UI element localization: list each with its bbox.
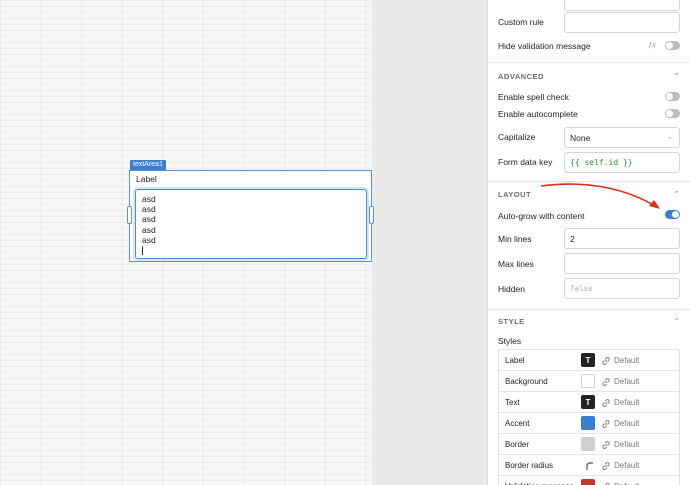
max-lines-label: Max lines [498,259,534,269]
style-name: Text [505,397,520,407]
style-name: Border radius [505,460,554,470]
color-swatch[interactable] [581,437,595,451]
style-name: Border [505,439,530,449]
resize-handle-left[interactable] [127,206,132,224]
link-icon[interactable] [601,377,611,387]
custom-rule-label: Custom rule [498,17,544,27]
hidden-input[interactable]: false [564,278,680,299]
link-icon[interactable] [601,461,611,471]
styles-row: Styles [498,336,680,346]
textarea-line: asd [142,204,156,215]
link-icon[interactable] [601,356,611,366]
style-name: Accent [505,418,530,428]
textarea-input[interactable]: asd asd asd asd asd [135,189,367,259]
autocomplete-label: Enable autocomplete [498,109,578,119]
spell-check-label: Enable spell check [498,92,569,102]
style-row[interactable]: Border Default [499,434,679,455]
widget-tag-label: textArea1 [133,161,163,168]
style-default-value: Default [614,376,640,386]
layout-title: LAYOUT [498,190,532,199]
swatch-glyph: T [585,355,591,365]
spell-check-toggle[interactable] [665,92,680,101]
form-key-label: Form data key [498,157,553,167]
max-lines-input[interactable] [564,253,680,274]
color-swatch[interactable]: T [581,353,595,367]
style-default-value: Default [614,460,640,470]
style-row[interactable]: Border radius Default [499,455,679,476]
link-icon[interactable] [601,419,611,429]
autocomplete-toggle[interactable] [665,109,680,118]
textarea-line: asd [142,194,156,204]
inspector-panel: Custom rule Hide validation message ƒx A… [488,0,690,485]
capitalize-select[interactable]: None ⌄ [564,127,680,148]
style-title: STYLE [498,317,525,326]
advanced-section-header[interactable]: ADVANCED ⌃ [498,72,680,81]
autocomplete-row: Enable autocomplete [498,109,680,119]
color-swatch[interactable] [581,479,595,485]
chevron-up-icon[interactable]: ⌃ [674,317,680,325]
autogrow-toggle[interactable] [665,210,680,219]
swatch-glyph: T [585,397,591,407]
style-row[interactable]: Background Default [499,371,679,392]
hidden-placeholder: false [570,284,593,293]
max-length-input[interactable] [564,0,680,11]
styles-table: Label T Default Background Default Text T Defau… [498,349,680,485]
hidden-label: Hidden [498,284,525,294]
styles-label: Styles [498,336,522,346]
style-name: Validation message [505,482,574,485]
link-icon[interactable] [601,398,611,408]
textarea-line: asd [142,214,156,225]
style-row[interactable]: Label T Default [499,350,679,371]
spell-check-row: Enable spell check [498,92,680,102]
textarea-line: asd [142,224,156,235]
border-radius-icon [586,462,593,470]
min-lines-input[interactable]: 2 [564,228,680,249]
color-swatch[interactable] [581,374,595,388]
hide-validation-toggle[interactable] [665,41,680,50]
capitalize-label: Capitalize [498,132,536,142]
style-name: Background [505,376,548,386]
style-default-value: Default [614,418,640,428]
textarea-widget[interactable]: Label asd asd asd asd asd [129,170,372,262]
layout-section-header[interactable]: LAYOUT ⌃ [498,190,680,199]
widget-label: Label [136,174,157,184]
style-section-header[interactable]: STYLE ⌃ [498,317,680,326]
text-caret [142,246,143,256]
color-swatch[interactable] [581,416,595,430]
capitalize-value: None [570,132,591,143]
autogrow-row: Auto-grow with content [498,211,680,221]
style-row[interactable]: Validation message Default [499,476,679,485]
autogrow-label: Auto-grow with content [498,211,585,221]
chevron-down-icon: ⌄ [667,134,673,141]
min-lines-label: Min lines [498,234,532,244]
advanced-title: ADVANCED [498,72,544,81]
divider [488,62,690,63]
hide-validation-label: Hide validation message [498,41,591,51]
style-name: Label [505,355,525,365]
link-icon[interactable] [601,440,611,450]
fx-icon[interactable]: ƒx [648,40,656,49]
style-default-value: Default [614,355,640,365]
style-default-value: Default [614,482,639,485]
style-default-value: Default [614,397,640,407]
chevron-up-icon[interactable]: ⌃ [674,190,680,198]
chevron-up-icon[interactable]: ⌃ [674,72,680,80]
textarea-line: asd [142,234,156,245]
canvas-gutter [372,0,488,485]
min-lines-value: 2 [570,233,575,244]
divider [488,309,690,310]
style-default-value: Default [614,439,640,449]
resize-handle-right[interactable] [369,206,374,224]
form-key-value: {{ self.id }} [570,158,633,167]
widget-name-tag[interactable]: textArea1 [130,160,166,170]
custom-rule-input[interactable] [564,12,680,33]
style-row[interactable]: Accent Default [499,413,679,434]
divider [488,181,690,182]
form-key-input[interactable]: {{ self.id }} [564,152,680,173]
style-row[interactable]: Text T Default [499,392,679,413]
color-swatch[interactable]: T [581,395,595,409]
